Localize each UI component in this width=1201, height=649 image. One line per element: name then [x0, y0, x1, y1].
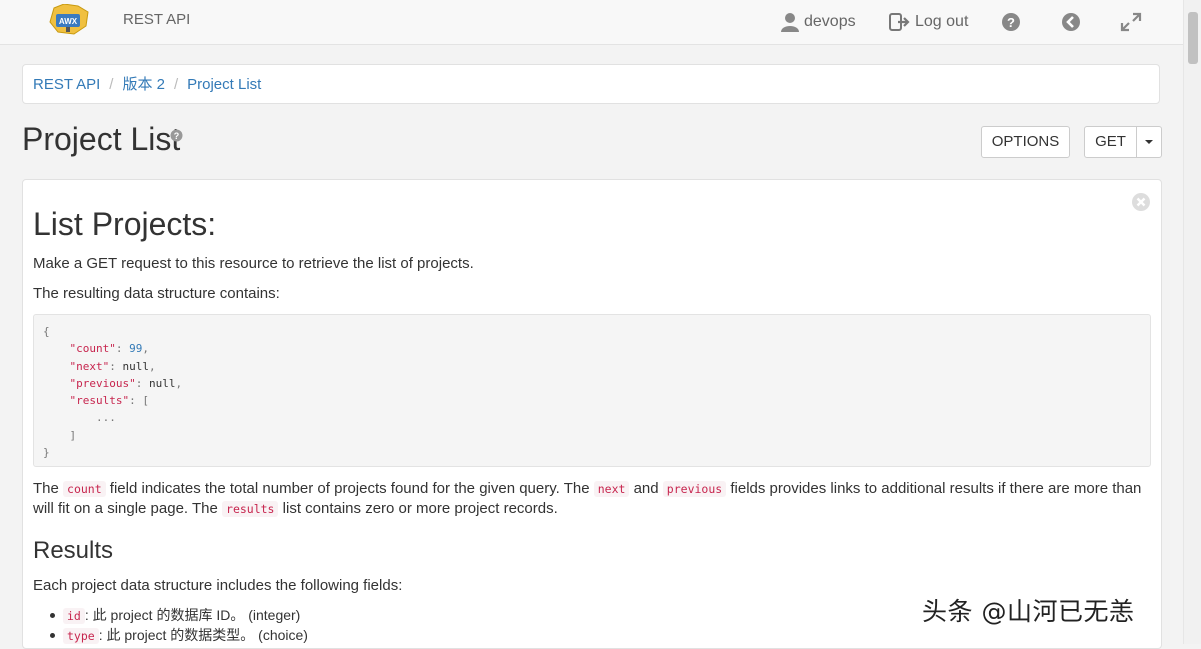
watermark: 头条 @山河已无恙 — [922, 597, 1135, 626]
json-code-block: { "count": 99, "next": null, "previous":… — [33, 314, 1151, 467]
back-button[interactable] — [1061, 10, 1081, 34]
list-item: id: 此 project 的数据库 ID。 (integer) — [50, 605, 308, 625]
fields-list: id: 此 project 的数据库 ID。 (integer) type: 此… — [50, 605, 308, 645]
code-line: ... — [43, 411, 116, 425]
top-navbar: AWX REST API devops Log out ? — [0, 0, 1183, 45]
logout-icon — [889, 12, 911, 32]
page-title: Project List — [22, 121, 181, 157]
structure-label: The resulting data structure contains: — [33, 285, 280, 302]
breadcrumb-separator: / — [173, 76, 179, 93]
logout-link[interactable]: Log out — [889, 10, 968, 34]
inline-code: results — [222, 501, 279, 517]
close-icon[interactable] — [1131, 192, 1151, 217]
logout-label: Log out — [915, 13, 969, 30]
get-dropdown-toggle[interactable] — [1136, 126, 1162, 158]
section-heading: List Projects: — [33, 206, 217, 242]
svg-text:?: ? — [1007, 15, 1015, 30]
vertical-scrollbar[interactable] — [1183, 0, 1201, 644]
options-button[interactable]: OPTIONS — [981, 126, 1070, 158]
fullscreen-button[interactable] — [1120, 10, 1142, 34]
user-menu[interactable]: devops — [780, 10, 856, 34]
code-line: "count": 99, — [69, 342, 149, 356]
code-line: { — [43, 325, 50, 338]
code-line: "previous": null, — [69, 376, 183, 390]
breadcrumb-separator: / — [109, 76, 114, 93]
breadcrumb-rest-api[interactable]: REST API — [33, 76, 100, 93]
user-name: devops — [804, 13, 856, 30]
breadcrumb: REST API / 版本 2 / Project List — [22, 64, 1160, 104]
get-button[interactable]: GET — [1084, 126, 1137, 158]
expand-icon — [1120, 12, 1142, 32]
inline-code: next — [593, 481, 630, 497]
user-icon — [780, 12, 800, 32]
brand-title[interactable]: REST API — [123, 11, 190, 28]
breadcrumb-project-list[interactable]: Project List — [187, 76, 261, 93]
code-line: } — [43, 446, 50, 460]
breadcrumb-version[interactable]: 版本 2 — [122, 76, 165, 93]
code-line: "results": [ — [69, 394, 149, 408]
question-circle-icon: ? — [1001, 12, 1021, 32]
svg-text:AWX: AWX — [59, 17, 78, 26]
scrollbar-thumb[interactable] — [1188, 12, 1198, 64]
awx-logo[interactable]: AWX — [48, 3, 90, 36]
help-button[interactable]: ? — [1001, 10, 1021, 34]
question-circle-icon[interactable]: ? — [170, 129, 183, 147]
svg-text:?: ? — [174, 131, 180, 141]
results-intro: Each project data structure includes the… — [33, 577, 403, 594]
code-line: "next": null, — [69, 359, 156, 373]
fields-description: The count field indicates the total numb… — [33, 480, 1142, 517]
arrow-left-circle-icon — [1061, 12, 1081, 32]
inline-code: previous — [662, 481, 727, 497]
intro-text: Make a GET request to this resource to r… — [33, 255, 474, 272]
inline-code: count — [63, 481, 106, 497]
list-item: type: 此 project 的数据类型。 (choice) — [50, 625, 308, 645]
results-heading: Results — [33, 537, 114, 564]
code-line: ] — [43, 428, 77, 442]
content-panel: List Projects: Make a GET request to thi… — [22, 179, 1162, 649]
caret-down-icon — [1145, 140, 1153, 145]
